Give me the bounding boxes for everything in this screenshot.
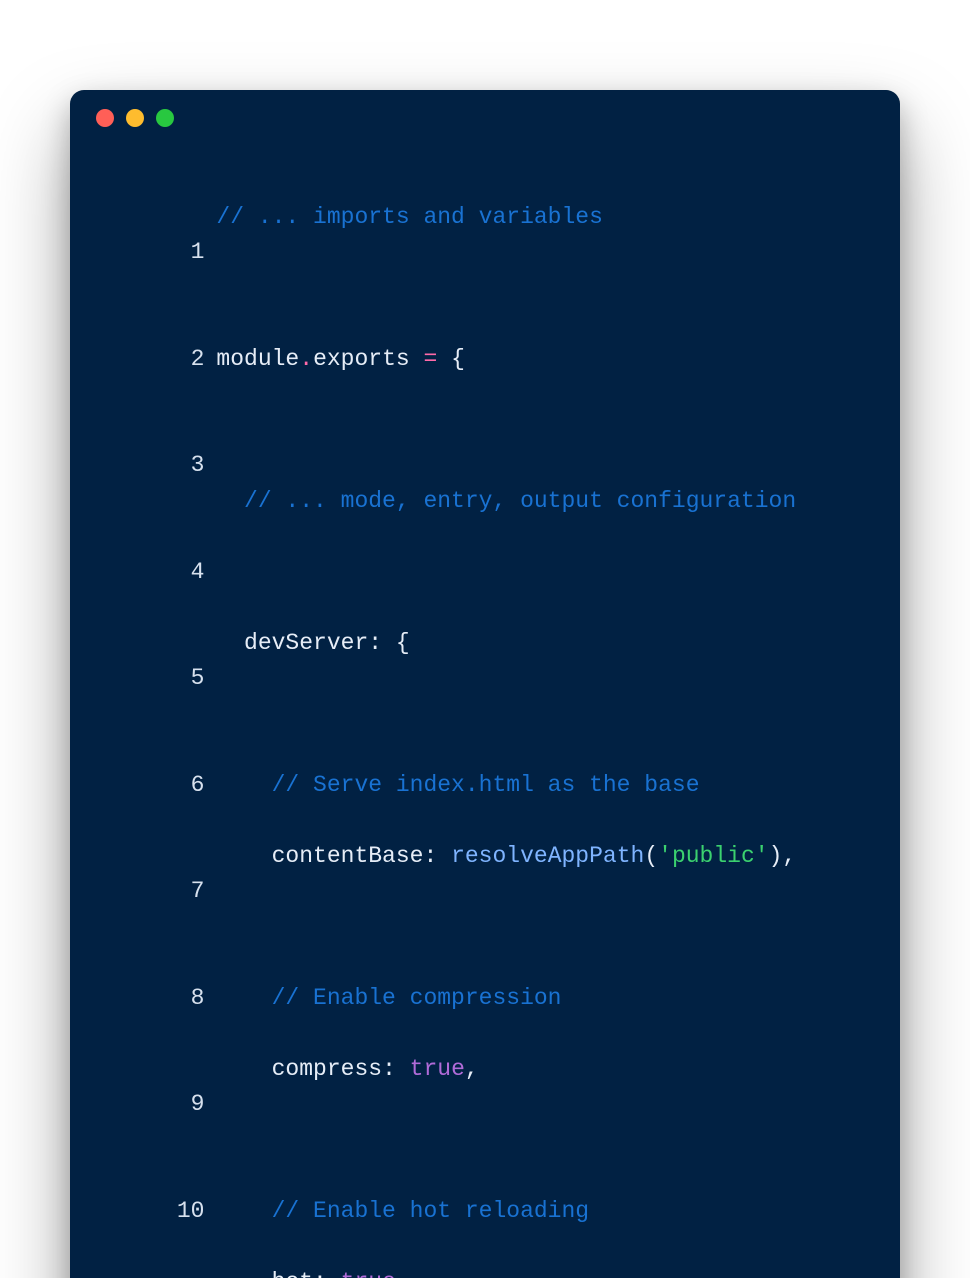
token: = — [423, 346, 437, 372]
token: module — [216, 346, 299, 372]
token: { — [437, 346, 465, 372]
code-line: // Enable compression — [216, 981, 866, 1017]
line-number: 5 — [94, 661, 204, 697]
comment: // Enable hot reloading — [216, 1198, 589, 1224]
minimize-icon[interactable] — [126, 109, 144, 127]
line-number: 3 — [94, 448, 204, 484]
close-icon[interactable] — [96, 109, 114, 127]
comment: // ... mode, entry, output configuration — [216, 488, 796, 514]
token: hot — [216, 1269, 313, 1278]
code-line: // ... mode, entry, output configuration — [216, 484, 866, 520]
code-line — [216, 910, 866, 946]
line-number: 2 — [94, 342, 204, 378]
code-line — [216, 1123, 866, 1159]
token: devServer — [216, 630, 368, 656]
token: : — [423, 843, 451, 869]
stage: 1 2 3 4 5 6 7 8 9 10 11 12 13 14 15 16 1… — [0, 0, 970, 1278]
token-boolean: true — [410, 1056, 465, 1082]
line-number: 7 — [94, 874, 204, 910]
code-line: devServer: { — [216, 626, 866, 662]
token: . — [299, 346, 313, 372]
line-number-gutter: 1 2 3 4 5 6 7 8 9 10 11 12 13 14 15 16 1… — [94, 164, 216, 1278]
line-number: 1 — [94, 235, 204, 271]
code-line: hot: true, — [216, 1265, 866, 1278]
token: , — [465, 1056, 479, 1082]
code-line: module.exports = { — [216, 342, 866, 378]
code-line: // Enable hot reloading — [216, 1194, 866, 1230]
comment: // Serve index.html as the base — [216, 772, 699, 798]
token: , — [396, 1269, 410, 1278]
line-number: 8 — [94, 981, 204, 1017]
line-number: 10 — [94, 1194, 204, 1230]
code-line — [216, 555, 866, 591]
token-boolean: true — [341, 1269, 396, 1278]
token: : — [313, 1269, 341, 1278]
token: ), — [769, 843, 797, 869]
token-string: ' — [658, 843, 672, 869]
code-window: 1 2 3 4 5 6 7 8 9 10 11 12 13 14 15 16 1… — [70, 90, 900, 1278]
token: compress — [216, 1056, 382, 1082]
comment: // Enable compression — [216, 985, 561, 1011]
window-titlebar — [70, 90, 900, 146]
code-content[interactable]: // ... imports and variables module.expo… — [216, 164, 866, 1278]
code-area: 1 2 3 4 5 6 7 8 9 10 11 12 13 14 15 16 1… — [70, 146, 900, 1278]
zoom-icon[interactable] — [156, 109, 174, 127]
comment: // ... imports and variables — [216, 204, 602, 230]
line-number: 9 — [94, 1087, 204, 1123]
code-line — [216, 697, 866, 733]
line-number: 4 — [94, 555, 204, 591]
token: : — [382, 1056, 410, 1082]
code-line: // Serve index.html as the base — [216, 768, 866, 804]
token: contentBase — [216, 843, 423, 869]
token: exports — [313, 346, 423, 372]
token: ( — [644, 843, 658, 869]
code-line — [216, 413, 866, 449]
code-line: // ... imports and variables — [216, 200, 866, 236]
code-line: contentBase: resolveAppPath('public'), — [216, 839, 866, 875]
token: : { — [368, 630, 409, 656]
code-line: compress: true, — [216, 1052, 866, 1088]
token-string: ' — [755, 843, 769, 869]
code-line — [216, 271, 866, 307]
token-string: public — [672, 843, 755, 869]
token-function: resolveAppPath — [451, 843, 644, 869]
line-number: 6 — [94, 768, 204, 804]
